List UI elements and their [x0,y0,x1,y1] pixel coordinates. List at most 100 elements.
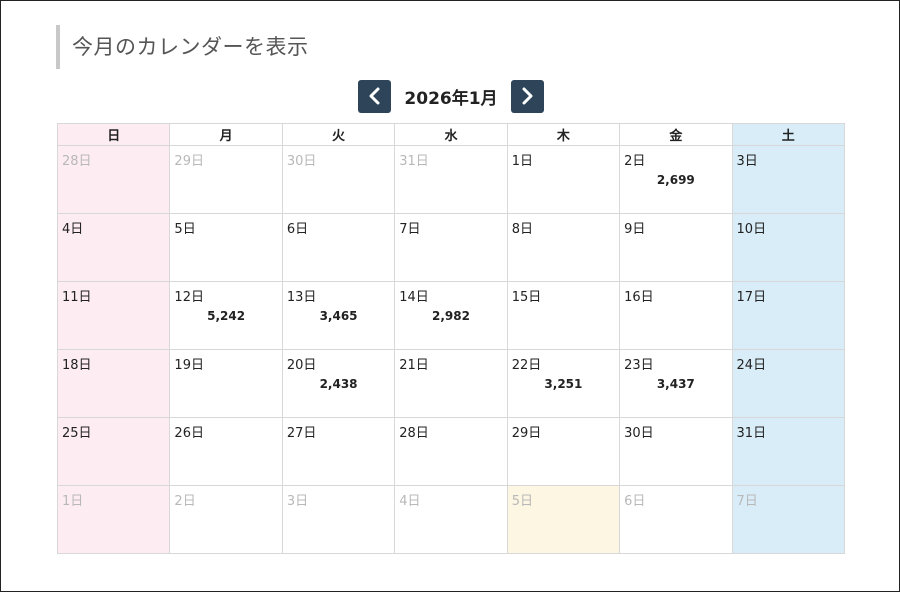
calendar-day-cell[interactable]: 17日 [731,281,846,350]
day-number: 27日 [286,426,317,441]
day-number: 5日 [511,494,533,509]
calendar-day-cell[interactable]: 4日 [56,213,171,282]
calendar-day-cell[interactable]: 30日 [619,417,733,486]
next-month-button[interactable] [510,79,544,113]
day-count: 2,699 [656,173,695,187]
calendar-day-cell[interactable]: 24日 [731,349,846,418]
calendar-week-row: 25日 26日 27日 28日 29日 30日 31日 [56,417,846,486]
day-number: 3日 [286,494,309,509]
weekday-header-mon: 月 [169,123,283,146]
weekday-header-row: 日 月 火 水 木 金 土 [56,123,846,146]
calendar-day-cell[interactable]: 22日 3,251 [506,349,621,418]
calendar-day-cell[interactable]: 26日 [169,417,283,486]
day-number: 6日 [286,222,309,237]
weekday-header-wed: 水 [394,123,508,146]
chevron-right-icon [522,87,533,105]
prev-month-button[interactable] [358,79,392,113]
calendar-day-cell[interactable]: 25日 [56,417,171,486]
day-number: 10日 [736,222,767,237]
day-number: 17日 [736,290,767,305]
calendar-day-cell[interactable]: 6日 [281,213,396,282]
calendar-week-row: 11日 12日 5,242 13日 3,465 14日 2,982 15日 16日 17日 [56,281,846,350]
day-number: 26日 [174,426,204,441]
calendar-day-cell[interactable]: 2日 [169,485,283,554]
calendar-day-cell[interactable]: 3日 [281,485,396,554]
day-number: 21日 [399,358,429,373]
calendar-day-cell[interactable]: 8日 [506,213,621,282]
day-number: 8日 [511,222,533,237]
day-number: 13日 [286,290,317,305]
day-number: 25日 [62,426,92,441]
calendar-day-cell[interactable]: 7日 [731,485,846,554]
calendar-day-cell[interactable]: 31日 [731,417,846,486]
day-count: 2,438 [319,377,358,391]
weekday-header-sat: 土 [731,123,846,146]
calendar-day-cell[interactable]: 28日 [56,145,171,214]
day-number: 24日 [736,358,767,373]
calendar-day-cell[interactable]: 20日 2,438 [281,349,396,418]
day-number: 22日 [511,358,542,373]
day-number: 30日 [624,426,654,441]
calendar-day-cell[interactable]: 18日 [56,349,171,418]
calendar-day-cell[interactable]: 5日 [506,485,621,554]
day-number: 31日 [399,154,429,169]
calendar-day-cell[interactable]: 2日 2,699 [619,145,733,214]
calendar-day-cell[interactable]: 12日 5,242 [169,281,283,350]
calendar-day-cell[interactable]: 13日 3,465 [281,281,396,350]
day-number: 11日 [62,290,92,305]
day-number: 7日 [399,222,421,237]
calendar-day-cell[interactable]: 14日 2,982 [394,281,508,350]
calendar-day-cell[interactable]: 11日 [56,281,171,350]
day-count: 2,982 [431,309,470,323]
calendar-week-row: 18日 19日 20日 2,438 21日 22日 3,251 23日 3,437 24日 [56,349,846,418]
calendar-day-cell[interactable]: 27日 [281,417,396,486]
day-count: 3,437 [656,377,695,391]
day-number: 30日 [286,154,317,169]
day-number: 2日 [174,494,196,509]
day-number: 14日 [399,290,429,305]
calendar-day-cell[interactable]: 30日 [281,145,396,214]
day-number: 15日 [511,290,542,305]
calendar-day-cell[interactable]: 10日 [731,213,846,282]
calendar-week-row: 28日 29日 30日 31日 1日 2日 2,699 3日 [56,145,846,214]
day-number: 18日 [62,358,92,373]
day-number: 31日 [736,426,767,441]
calendar-day-cell[interactable]: 28日 [394,417,508,486]
calendar-day-cell[interactable]: 3日 [731,145,846,214]
month-navigation: 2026年1月 [1,79,900,113]
calendar-day-cell[interactable]: 9日 [619,213,733,282]
calendar-day-cell[interactable]: 5日 [169,213,283,282]
day-number: 5日 [174,222,196,237]
calendar-day-cell[interactable]: 7日 [394,213,508,282]
weekday-header-tue: 火 [281,123,396,146]
day-number: 4日 [399,494,421,509]
calendar-day-cell[interactable]: 4日 [394,485,508,554]
calendar-day-cell[interactable]: 16日 [619,281,733,350]
calendar-day-cell[interactable]: 1日 [506,145,621,214]
weekday-header-fri: 金 [619,123,733,146]
day-number: 20日 [286,358,317,373]
calendar-day-cell[interactable]: 29日 [169,145,283,214]
calendar-day-cell[interactable]: 29日 [506,417,621,486]
day-count: 3,465 [319,309,358,323]
day-number: 19日 [174,358,204,373]
weekday-header-sun: 日 [56,123,171,146]
calendar-day-cell[interactable]: 21日 [394,349,508,418]
calendar-day-cell[interactable]: 19日 [169,349,283,418]
calendar-day-cell[interactable]: 31日 [394,145,508,214]
month-label: 2026年1月 [404,88,498,109]
day-number: 4日 [62,222,84,237]
day-count: 3,251 [544,377,583,391]
page-title: 今月のカレンダーを表示 [56,25,309,69]
calendar-day-cell[interactable]: 1日 [56,485,171,554]
weekday-header-thu: 木 [506,123,621,146]
day-number: 1日 [62,494,84,509]
day-number: 28日 [62,154,92,169]
calendar-day-cell[interactable]: 23日 3,437 [619,349,733,418]
day-number: 2日 [624,154,646,169]
day-number: 29日 [174,154,204,169]
calendar-day-cell[interactable]: 6日 [619,485,733,554]
day-number: 7日 [736,494,758,509]
calendar-day-cell[interactable]: 15日 [506,281,621,350]
chevron-left-icon [369,87,380,105]
